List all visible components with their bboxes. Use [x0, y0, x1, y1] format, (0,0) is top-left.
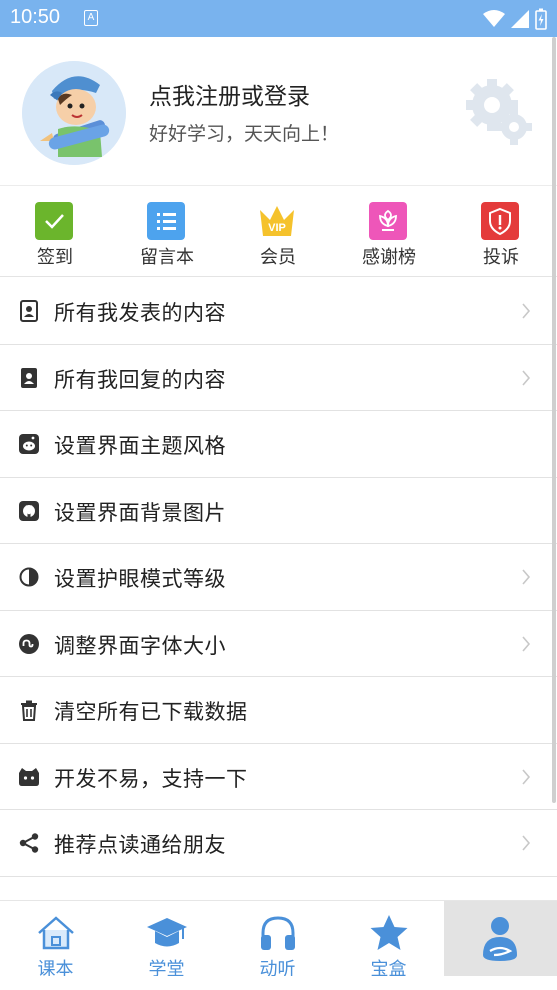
system-nav-area: [0, 976, 557, 990]
quick-label: 签到: [37, 247, 73, 268]
avatar[interactable]: [22, 61, 126, 165]
star-icon: [370, 915, 408, 950]
status-icons: [483, 8, 547, 30]
status-bar: 10:50 A: [0, 0, 557, 37]
menu-label: 所有我发表的内容: [54, 301, 226, 325]
github-icon: [19, 500, 39, 521]
home-icon: [38, 916, 74, 950]
user-icon: [483, 917, 517, 961]
notification-icon: A: [84, 10, 98, 26]
signal-icon: [511, 10, 529, 28]
share-icon: [19, 833, 39, 853]
quick-label: 投诉: [483, 247, 519, 268]
login-prompt[interactable]: 点我注册或登录: [149, 77, 310, 111]
svg-text:VIP: VIP: [268, 222, 286, 234]
trash-icon: [21, 700, 37, 721]
menu-label: 清空所有已下载数据: [54, 700, 248, 724]
tab-textbook[interactable]: 课本: [0, 901, 111, 980]
quick-checkin[interactable]: 签到: [0, 200, 110, 270]
wifi-icon: [483, 10, 505, 27]
quick-guestbook[interactable]: 留言本: [112, 200, 222, 270]
menu-theme[interactable]: 设置界面主题风格: [0, 411, 557, 478]
menu-share[interactable]: 推荐点读通给朋友: [0, 810, 557, 877]
settings-gear-icon[interactable]: [464, 75, 536, 147]
checkmark-icon: [35, 202, 73, 240]
menu-label: 设置界面主题风格: [54, 434, 226, 458]
tab-profile[interactable]: [444, 901, 557, 977]
graduation-cap-icon: [147, 918, 187, 947]
reddit-icon: [19, 434, 39, 454]
quick-complaint[interactable]: 投诉: [446, 200, 556, 270]
flower-icon: [369, 202, 407, 240]
cartoon-boy-avatar-icon: [22, 61, 126, 165]
cat-icon: [19, 767, 39, 786]
menu-support[interactable]: 开发不易，支持一下: [0, 743, 557, 810]
chevron-right-icon: [522, 569, 531, 585]
contrast-icon: [19, 567, 39, 587]
menu-label: 设置界面背景图片: [54, 500, 226, 525]
list-icon: [147, 202, 185, 240]
tab-treasure-box[interactable]: 宝盒: [333, 901, 444, 980]
menu-clear-data[interactable]: 清空所有已下载数据: [0, 677, 557, 744]
quick-thanks[interactable]: 感谢榜: [334, 200, 444, 270]
vip-crown-icon: VIP: [260, 206, 294, 236]
contact-book-icon: [20, 300, 38, 322]
quick-vip[interactable]: VIP 会员: [223, 200, 333, 270]
headphones-icon: [261, 916, 295, 950]
menu-eye-care[interactable]: 设置护眼模式等级: [0, 544, 557, 611]
scrollbar[interactable]: [552, 37, 556, 803]
menu-label: 开发不易，支持一下: [54, 766, 248, 791]
quick-label: 留言本: [140, 247, 194, 268]
contact-book-filled-icon: [21, 367, 37, 388]
menu-font-size[interactable]: 调整界面字体大小: [0, 610, 557, 677]
settings-menu: 所有我发表的内容 所有我回复的内容 设置界面主题风格 设置界面背景图片 设置护眼…: [0, 278, 557, 877]
stumbleupon-icon: [19, 633, 39, 654]
status-time: 10:50: [10, 6, 61, 28]
quick-label: 感谢榜: [362, 247, 416, 268]
tab-school[interactable]: 学堂: [111, 901, 222, 980]
menu-background[interactable]: 设置界面背景图片: [0, 477, 557, 544]
profile-motto: 好好学习，天天向上！: [149, 123, 340, 145]
menu-my-replies[interactable]: 所有我回复的内容: [0, 344, 557, 411]
profile-header[interactable]: 点我注册或登录 好好学习，天天向上！: [0, 37, 557, 185]
chevron-right-icon: [522, 835, 531, 851]
chevron-right-icon: [522, 635, 531, 652]
quick-label: 会员: [260, 247, 296, 268]
menu-label: 调整界面字体大小: [54, 633, 226, 658]
battery-icon: [535, 8, 547, 30]
menu-label: 所有我回复的内容: [54, 367, 226, 392]
alert-shield-icon: [481, 202, 519, 240]
menu-label: 推荐点读通给朋友: [54, 833, 226, 857]
quick-actions: 签到 留言本 VIP 会员 感谢榜 投诉: [0, 185, 557, 277]
chevron-right-icon: [522, 303, 531, 319]
menu-label: 设置护眼模式等级: [54, 567, 226, 591]
chevron-right-icon: [522, 369, 531, 386]
chevron-right-icon: [522, 768, 531, 785]
menu-my-posts[interactable]: 所有我发表的内容: [0, 278, 557, 345]
tab-listen[interactable]: 动听: [222, 901, 333, 980]
